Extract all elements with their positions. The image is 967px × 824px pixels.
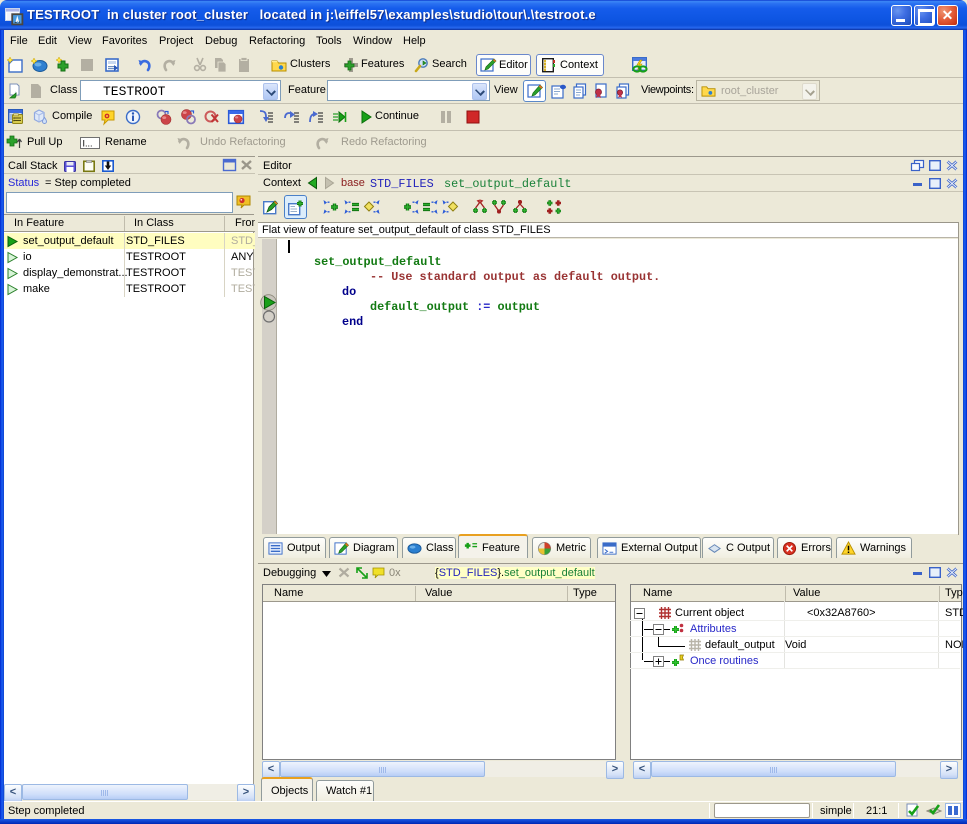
svg-text:I...: I... <box>83 139 93 149</box>
